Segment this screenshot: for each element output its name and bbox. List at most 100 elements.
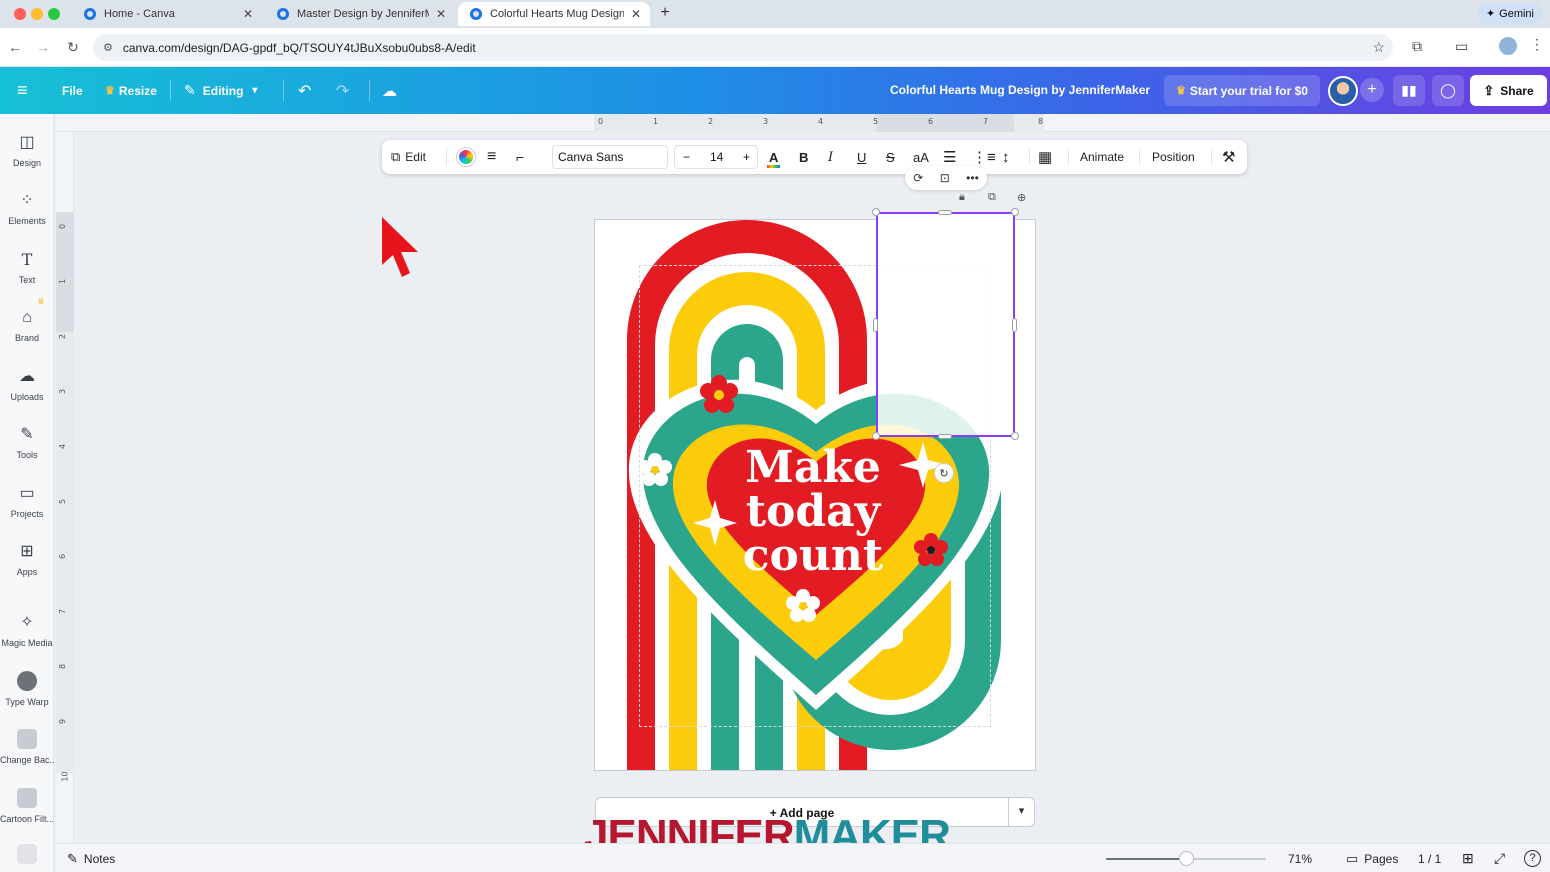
gemini-button[interactable]: ✦ Gemini: [1477, 3, 1542, 24]
back-arrow-icon[interactable]: ←: [7, 39, 23, 55]
document-title[interactable]: Colorful Hearts Mug Design by JenniferMa…: [890, 83, 1150, 97]
sidebar-item-brand[interactable]: ⌂ Brand: [0, 307, 54, 359]
resize-handle[interactable]: [1012, 318, 1017, 332]
animate-button[interactable]: Animate: [1080, 140, 1124, 174]
decrease-font-size-button[interactable]: −: [683, 150, 690, 164]
underline-button[interactable]: U: [857, 140, 866, 174]
user-avatar[interactable]: [1328, 76, 1358, 106]
copy-style-paint-roller-icon[interactable]: ⚒: [1222, 140, 1235, 174]
insights-chart-icon[interactable]: ▮▮: [1393, 75, 1425, 106]
italic-button[interactable]: I: [828, 140, 833, 174]
refresh-icon[interactable]: ⟳: [913, 171, 923, 185]
sidebar-item-tools[interactable]: ✎ Tools: [0, 424, 54, 476]
zoom-window-dot[interactable]: [48, 8, 60, 20]
font-size-stepper[interactable]: − 14 +: [674, 145, 758, 169]
line-spacing-icon[interactable]: ↕: [1002, 140, 1010, 174]
bold-button[interactable]: B: [799, 140, 808, 174]
font-family-value: Canva Sans: [558, 150, 624, 164]
close-icon[interactable]: ✕: [630, 7, 642, 21]
header-divider: [170, 80, 171, 101]
new-tab-plus-icon[interactable]: +: [656, 4, 674, 22]
resize-button[interactable]: ♛ Resize: [105, 67, 157, 114]
reload-icon[interactable]: ↻: [65, 39, 81, 56]
pages-button[interactable]: ▭ Pages: [1346, 844, 1398, 872]
resize-handle[interactable]: [872, 208, 880, 216]
color-picker-button[interactable]: [457, 140, 475, 174]
editing-mode-dropdown[interactable]: ✎ Editing ▾: [184, 67, 257, 114]
bookmark-star-icon[interactable]: ☆: [1372, 39, 1385, 56]
resize-handle[interactable]: [1011, 432, 1019, 440]
cast-icon[interactable]: ▭: [1455, 38, 1468, 55]
forward-arrow-icon[interactable]: →: [35, 39, 51, 55]
start-trial-button[interactable]: ♛ Start your trial for $0: [1164, 75, 1320, 106]
sidebar-item-magic-media[interactable]: ✧ Magic Media: [0, 612, 54, 664]
zoom-slider-handle[interactable]: [1178, 851, 1194, 866]
transparency-icon[interactable]: ▦: [1038, 140, 1052, 174]
address-bar: ← → ↻ ⚙ canva.com/design/DAG-gpdf_bQ/TSO…: [0, 28, 1550, 67]
redo-icon[interactable]: ↷: [336, 67, 349, 114]
main-menu-icon[interactable]: ≡: [17, 67, 28, 114]
duplicate-page-icon[interactable]: ⧉: [988, 191, 996, 204]
edit-button[interactable]: ⧉ Edit: [391, 140, 426, 174]
sidebar-item-text[interactable]: T Text: [0, 249, 54, 301]
sidebar-item-change-background[interactable]: Change Bac...: [0, 729, 54, 781]
font-size-value[interactable]: 14: [710, 150, 723, 164]
file-menu-button[interactable]: File: [62, 67, 83, 114]
url-field[interactable]: ⚙ canva.com/design/DAG-gpdf_bQ/TSOUY4tJB…: [93, 34, 1393, 61]
italic-label: I: [828, 149, 834, 165]
rotate-handle-icon[interactable]: ↻: [934, 463, 954, 483]
chevron-down-icon[interactable]: ▾: [1008, 804, 1035, 817]
sidebar-item-type-warp[interactable]: Type Warp: [0, 671, 54, 723]
grid-view-icon[interactable]: ⊞: [1462, 844, 1474, 872]
share-button[interactable]: ⇪ Share: [1470, 75, 1547, 106]
minimize-window-dot[interactable]: [31, 8, 43, 20]
browser-tab-colorful-hearts[interactable]: Colorful Hearts Mug Design by JenniferMa…: [458, 2, 650, 26]
resize-handle[interactable]: [872, 432, 880, 440]
strikethrough-label: S: [886, 149, 895, 165]
resize-handle[interactable]: [873, 318, 878, 332]
notes-label: Notes: [83, 851, 116, 866]
sidebar-item-more[interactable]: [0, 844, 54, 868]
resize-handle[interactable]: [938, 210, 952, 215]
browser-tab-home[interactable]: Home - Canva ✕: [72, 2, 262, 26]
comments-icon[interactable]: ◯: [1432, 75, 1464, 106]
close-window-dot[interactable]: [14, 8, 26, 20]
more-options-icon[interactable]: •••: [966, 171, 979, 185]
close-icon[interactable]: ✕: [435, 7, 447, 21]
add-page-icon[interactable]: ⊕: [1017, 191, 1026, 204]
sidebar-item-uploads[interactable]: ☁ Uploads: [0, 366, 54, 418]
cloud-save-icon[interactable]: ☁: [382, 67, 397, 114]
selected-text-box[interactable]: [876, 212, 1015, 437]
browser-menu-icon[interactable]: ⋮: [1530, 36, 1544, 53]
font-family-dropdown[interactable]: Canva Sans: [552, 145, 668, 169]
position-button[interactable]: Position: [1152, 140, 1195, 174]
add-text-box-icon[interactable]: ⊡: [940, 171, 950, 185]
resize-handle[interactable]: [1011, 208, 1019, 216]
browser-profile-avatar[interactable]: [1499, 37, 1517, 55]
ruler-tick-label: 3: [58, 388, 68, 395]
sidebar-item-design[interactable]: ◫ Design: [0, 132, 54, 184]
lock-page-icon[interactable]: 🔒︎: [959, 191, 965, 204]
notes-button[interactable]: ✎ Notes: [67, 844, 115, 872]
resize-handle[interactable]: [938, 434, 952, 439]
undo-icon[interactable]: ↶: [298, 67, 311, 114]
line-weight-icon[interactable]: ≡: [487, 140, 496, 174]
increase-font-size-button[interactable]: +: [743, 150, 750, 164]
browser-tab-master-design[interactable]: Master Design by JenniferMaker ✕: [265, 2, 455, 26]
text-color-button[interactable]: A: [766, 140, 781, 174]
help-button[interactable]: ?: [1524, 844, 1541, 872]
line-corner-icon[interactable]: ⌐: [516, 140, 524, 174]
canva-favicon-icon: [277, 8, 289, 20]
extensions-icon[interactable]: ⧉: [1412, 38, 1422, 55]
sidebar-item-elements[interactable]: ⁘ Elements: [0, 190, 54, 242]
apps-icon: ⊞: [20, 543, 34, 560]
sidebar-item-projects[interactable]: ▭ Projects: [0, 483, 54, 535]
site-settings-icon[interactable]: ⚙: [103, 41, 113, 54]
sidebar-item-cartoon-filter[interactable]: Cartoon Filt...: [0, 788, 54, 840]
close-icon[interactable]: ✕: [242, 7, 254, 21]
invite-collaborator-icon[interactable]: +: [1360, 78, 1384, 102]
fullscreen-icon[interactable]: ⤢: [1494, 844, 1505, 872]
sidebar-item-apps[interactable]: ⊞ Apps: [0, 541, 54, 593]
zoom-level-button[interactable]: 71%: [1288, 844, 1312, 872]
strikethrough-button[interactable]: S: [886, 140, 895, 174]
